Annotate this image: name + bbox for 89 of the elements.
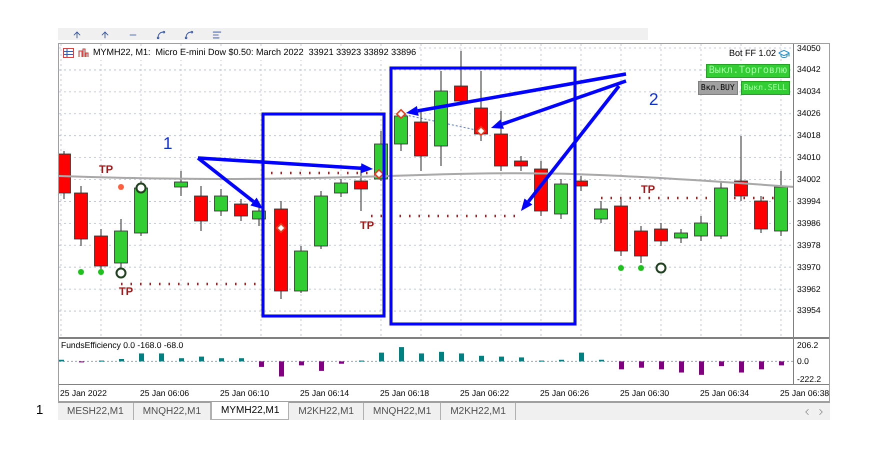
time-label: 25 Jan 2022 [60, 387, 107, 400]
price-label: 33994 [796, 194, 821, 208]
direction-toggle-button[interactable]: Вкл.BUY [698, 80, 738, 94]
time-label: 25 Jan 06:22 [460, 387, 510, 400]
diamond-marker [276, 222, 286, 234]
signal-dot [638, 265, 644, 271]
indicator-axis-label: 206.2 [797, 340, 818, 350]
curve-icon[interactable] [184, 30, 194, 40]
signal-dot [98, 269, 104, 275]
price-label: 34026 [796, 107, 821, 120]
time-label: 25 Jan 06:06 [140, 387, 190, 400]
price-label: 34042 [796, 63, 821, 76]
annotation-label: 1 [163, 134, 172, 153]
chart-tab[interactable]: MESH22,M1 [58, 403, 134, 420]
candlestick [654, 222, 668, 246]
chart-tab[interactable]: MYMH22,M1 [211, 402, 290, 420]
page-note: 1 [36, 400, 44, 418]
take-profit-label: TP [119, 286, 134, 298]
candlestick [714, 180, 728, 240]
chart-tab[interactable]: MNQH22,M1 [364, 403, 442, 420]
diamond-marker [476, 126, 486, 136]
candlestick [234, 198, 248, 222]
indicator-title: FundsEfficiency 0.0 -168.0 -68.0 [61, 340, 184, 350]
price-label: 33978 [796, 238, 821, 252]
candlestick [194, 186, 208, 232]
graduation-cap-icon [778, 48, 790, 60]
price-label: 33986 [796, 216, 821, 230]
candlestick [314, 190, 328, 250]
price-label: 33970 [796, 260, 821, 274]
indicator-axis-label: -222.2 [797, 374, 822, 384]
diamond-marker [374, 168, 384, 180]
signal-dot [78, 269, 84, 275]
candlestick [694, 216, 708, 242]
curve-icon[interactable] [156, 30, 166, 40]
price-label: 34010 [796, 151, 821, 164]
take-profit-label: TP [360, 220, 374, 232]
ring-marker [116, 268, 126, 278]
time-label: 25 Jan 06:34 [700, 387, 750, 400]
chart-tab[interactable]: M2KH22,M1 [289, 403, 364, 420]
time-label: 25 Jan 06:18 [380, 387, 430, 400]
candlestick [174, 170, 188, 196]
price-label: 34050 [796, 42, 821, 54]
bot-label: Bot FF 1.02 [728, 47, 776, 60]
candlestick [594, 200, 608, 224]
price-label: 33962 [796, 282, 821, 296]
candlestick [554, 178, 568, 220]
candlestick [514, 156, 528, 172]
time-label: 25 Jan 06:38 [780, 387, 830, 400]
candlestick [354, 166, 368, 212]
candlestick [134, 180, 148, 236]
arrow-up-icon[interactable] [100, 30, 110, 40]
candlestick [754, 196, 768, 234]
price-label: 34034 [796, 85, 821, 98]
time-label: 25 Jan 06:14 [300, 387, 350, 400]
chart-tab[interactable]: M2KH22,M1 [441, 403, 516, 420]
diamond-marker [396, 108, 406, 120]
signal-dot [118, 184, 124, 190]
candlestick [454, 50, 468, 104]
take-profit-label: TP [99, 164, 114, 176]
candlestick [334, 178, 348, 198]
candlestick [634, 226, 648, 264]
ring-marker [136, 182, 146, 194]
time-label: 25 Jan 06:30 [620, 387, 670, 400]
candlestick [494, 110, 508, 172]
arrow-up-icon[interactable] [72, 30, 82, 40]
lines-icon[interactable] [212, 30, 222, 40]
signal-dot [618, 265, 624, 271]
chart-header: MYMH22, M1: Micro E-mini Dow $0.50: March 2022 33921 33923 33892 33896 [93, 46, 416, 59]
time-label: 25 Jan 06:10 [220, 387, 270, 400]
price-label: 34018 [796, 129, 821, 142]
bar-chart-icon [78, 48, 89, 58]
time-label: 25 Jan 06:26 [540, 387, 590, 400]
candlestick [94, 228, 108, 272]
ring-marker [656, 262, 666, 274]
price-label: 34002 [796, 173, 821, 186]
candlestick [294, 246, 308, 294]
candlestick [774, 170, 788, 236]
candlestick [674, 228, 688, 244]
candlestick [574, 176, 588, 192]
candlestick [734, 136, 748, 202]
candlestick [214, 188, 228, 216]
candlestick [74, 186, 88, 246]
candlestick [59, 150, 71, 200]
annotation-label: 2 [649, 90, 658, 109]
candlestick [414, 110, 428, 172]
take-profit-label: TP [641, 184, 656, 196]
price-label: 33954 [796, 304, 821, 318]
candlestick [614, 198, 628, 256]
indicator-axis-label: 0.0 [797, 356, 809, 366]
